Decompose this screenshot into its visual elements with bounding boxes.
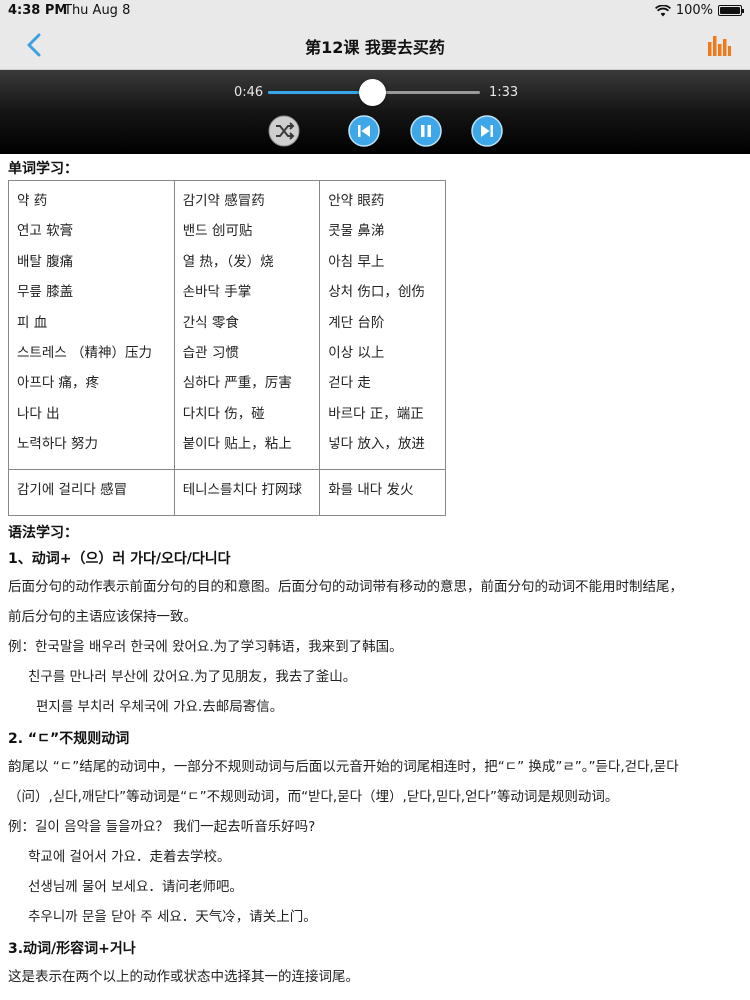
vocab-item: 손바닥 手掌 bbox=[182, 284, 252, 301]
progress-slider[interactable] bbox=[268, 79, 480, 106]
grammar-example: 例：한국말을 배우러 한국에 왔어요.为了学习韩语，我来到了韩国。 bbox=[8, 638, 403, 655]
grammar-text: 这是表示在两个以上的动作或状态中选择其一的连接词尾。 bbox=[8, 968, 359, 985]
vocab-item: 습관 习惯 bbox=[182, 344, 239, 361]
pause-icon bbox=[410, 115, 442, 147]
progress-thumb[interactable] bbox=[358, 79, 386, 106]
grammar-text: （问）,싣다,깨닫다”等动词是“ㄷ”不规则动词，而“받다,묻다（埋）,닫다,믿다… bbox=[8, 788, 619, 805]
vocab-item: 감기약 感冒药 bbox=[182, 193, 265, 209]
grammar-heading-1: 1、动词+（으）러 가다/오다/다니다 bbox=[8, 550, 231, 567]
equalizer-button[interactable] bbox=[706, 32, 732, 58]
vocab-item: 아프다 痛，疼 bbox=[17, 375, 100, 392]
skip-next-icon bbox=[471, 115, 503, 147]
progress-fill bbox=[268, 91, 372, 94]
grammar-example: 편지를 부치러 우체국에 가요.去邮局寄信。 bbox=[36, 698, 284, 715]
vocab-item: 나다 出 bbox=[17, 405, 60, 422]
vocab-last-row: 감기에 걸리다 感冒 테니스를치다 打网球 화를 내다 发火 bbox=[8, 468, 446, 516]
vocab-item: 다치다 伤，碰 bbox=[182, 405, 265, 422]
vocab-column-1: 약 药 연고 软膏 배탈 腹痛 무릎 膝盖 피 血 스트레스 （精神）压力 아프… bbox=[8, 180, 175, 470]
grammar-text: 韵尾以 “ㄷ”结尾的动词中，一部分不规则动词与后面以元音开始的词尾相连时，把“ㄷ… bbox=[8, 758, 679, 775]
grammar-heading-2: 2. “ㄷ”不规则动词 bbox=[8, 730, 130, 747]
grammar-example: 학교에 걸어서 가요．走着去学校。 bbox=[28, 848, 231, 865]
grammar-example: 친구를 만나러 부산에 갔어요.为了见朋友，我去了釜山。 bbox=[28, 668, 357, 685]
current-time: 0:46 bbox=[234, 85, 264, 100]
grammar-text: 后面分句的动作表示前面分句的目的和意图。后面分句的动词带有移动的意思，前面分句的… bbox=[8, 578, 683, 595]
vocab-item: 붙이다 贴上，粘上 bbox=[182, 436, 292, 453]
vocab-item: 스트레스 （精神）压力 bbox=[17, 344, 152, 361]
battery-icon bbox=[718, 5, 744, 16]
grammar-example: 선생님께 물어 보세요．请问老师吧。 bbox=[28, 878, 243, 895]
status-time: 4:38 PM bbox=[8, 3, 68, 18]
status-bar: 4:38 PM Thu Aug 8 100% bbox=[0, 0, 750, 20]
pause-button[interactable] bbox=[410, 115, 442, 147]
next-button[interactable] bbox=[471, 115, 503, 147]
grammar-text: 前后分句的主语应该保持一致。 bbox=[8, 608, 197, 625]
page-title: 第12课 我要去买药 bbox=[305, 38, 445, 57]
vocab-column-2: 감기약 感冒药 밴드 创可贴 열 热，（发）烧 손바닥 手掌 간식 零食 습관 … bbox=[173, 180, 321, 470]
vocab-item: 무릎 膝盖 bbox=[17, 284, 74, 301]
vocab-item: 아침 早上 bbox=[328, 253, 385, 270]
vocab-item: 콧물 鼻涕 bbox=[328, 223, 385, 240]
audio-player: 0:46 1:33 bbox=[0, 70, 750, 154]
vocab-item: 계단 台阶 bbox=[328, 314, 385, 331]
status-date: Thu Aug 8 bbox=[64, 3, 131, 18]
vocab-table: 약 药 연고 软膏 배탈 腹痛 무릎 膝盖 피 血 스트레스 （精神）压力 아프… bbox=[8, 180, 446, 516]
vocab-item: 노력하다 努力 bbox=[17, 436, 98, 453]
vocab-item: 테니스를치다 打网球 bbox=[173, 468, 321, 516]
grammar-section-title: 语法学习： bbox=[8, 524, 78, 541]
vocab-item: 열 热，（发）烧 bbox=[182, 253, 274, 270]
navigation-bar: 第12课 我要去买药 bbox=[0, 20, 750, 70]
shuffle-icon bbox=[268, 115, 300, 147]
vocab-item: 이상 以上 bbox=[328, 344, 385, 361]
total-time: 1:33 bbox=[489, 85, 519, 100]
vocab-item: 화를 내다 发火 bbox=[319, 468, 446, 516]
battery-percent: 100% bbox=[675, 3, 713, 18]
grammar-heading-3: 3.动词/形容词+거나 bbox=[8, 940, 136, 957]
vocab-item: 연고 软膏 bbox=[17, 223, 74, 240]
vocab-item: 피 血 bbox=[17, 314, 48, 331]
wifi-icon bbox=[654, 4, 671, 16]
vocab-item: 약 药 bbox=[17, 193, 48, 209]
vocab-item: 밴드 创可贴 bbox=[182, 223, 253, 240]
bar-chart-icon bbox=[708, 36, 731, 56]
vocab-item: 심하다 严重，厉害 bbox=[182, 375, 292, 392]
vocab-item: 간식 零食 bbox=[182, 314, 239, 331]
vocab-section-title: 单词学习： bbox=[8, 161, 78, 177]
vocab-item: 안약 眼药 bbox=[328, 193, 385, 209]
grammar-example: 例：길이 음악을 들을까요？ 我们一起去听音乐好吗? bbox=[8, 818, 316, 835]
vocab-item: 배탈 腹痛 bbox=[17, 253, 74, 270]
previous-button[interactable] bbox=[348, 115, 380, 147]
vocab-item: 상처 伤口，创伤 bbox=[328, 284, 425, 301]
shuffle-button[interactable] bbox=[268, 115, 300, 147]
grammar-example: 추우니까 문을 닫아 주 세요．天气冷，请关上门。 bbox=[28, 908, 317, 925]
vocab-item: 걷다 走 bbox=[328, 375, 371, 392]
vocab-main-row: 약 药 연고 软膏 배탈 腹痛 무릎 膝盖 피 血 스트레스 （精神）压力 아프… bbox=[8, 180, 446, 470]
skip-previous-icon bbox=[348, 115, 380, 147]
vocab-column-3: 안약 眼药 콧물 鼻涕 아침 早上 상처 伤口，创伤 계단 台阶 이상 以上 걷… bbox=[319, 180, 446, 470]
status-right: 100% bbox=[654, 3, 744, 18]
vocab-item: 바르다 正，端正 bbox=[328, 405, 424, 422]
vocab-item: 감기에 걸리다 感冒 bbox=[8, 468, 175, 516]
vocab-item: 넣다 放入，放进 bbox=[328, 436, 425, 453]
lesson-content[interactable]: 单词学习： 약 药 연고 软膏 배탈 腹痛 무릎 膝盖 피 血 스트레스 （精神… bbox=[0, 154, 750, 1000]
